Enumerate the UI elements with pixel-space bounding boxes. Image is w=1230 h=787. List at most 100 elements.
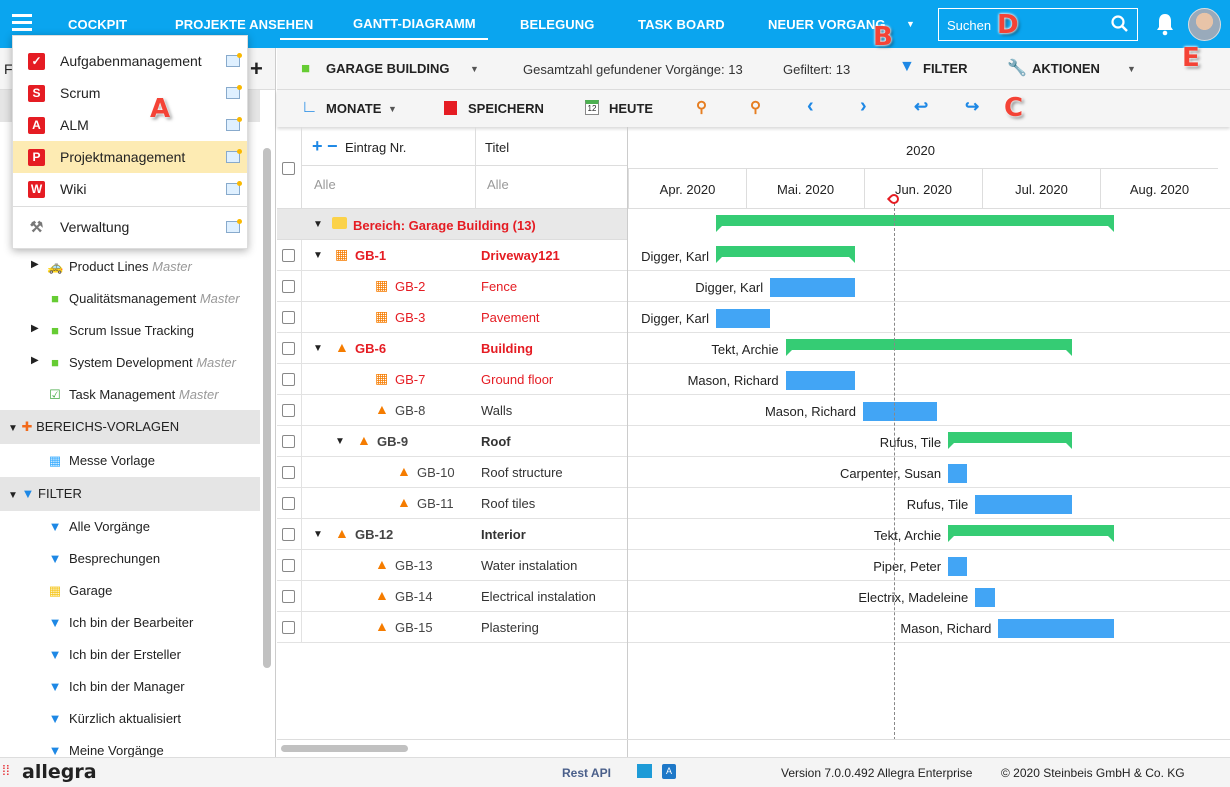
item-title[interactable]: Pavement	[481, 310, 540, 325]
expand-arrow-icon[interactable]: ▶	[31, 355, 39, 366]
filter-id-input[interactable]: Alle	[314, 177, 336, 192]
search-input[interactable]: Suchen	[938, 8, 1138, 41]
sidebar-filter-item[interactable]: ▼ Meine Vorgänge	[47, 743, 164, 757]
app-icon[interactable]: A	[662, 764, 676, 779]
video-icon[interactable]	[637, 764, 652, 778]
nav-task-board[interactable]: TASK BOARD	[638, 17, 725, 32]
select-all-checkbox[interactable]	[282, 162, 295, 175]
table-row[interactable]: ▲ GB-13 Water instalation	[277, 550, 1230, 581]
column-header-id[interactable]: Eintrag Nr.	[345, 140, 406, 155]
search-icon[interactable]	[1111, 15, 1129, 33]
item-id[interactable]: GB-11	[417, 496, 454, 511]
sidebar-filter-item[interactable]: ▼ Ich bin der Ersteller	[47, 647, 181, 662]
menu-item[interactable]: A ALM	[13, 109, 247, 141]
item-title[interactable]: Roof	[481, 434, 511, 449]
table-row[interactable]: ▼ ▲ GB-9 Roof	[277, 426, 1230, 457]
row-checkbox[interactable]	[282, 311, 295, 324]
open-in-window-icon[interactable]	[226, 149, 242, 163]
menu-item[interactable]: ✓ Aufgabenmanagement	[13, 45, 247, 77]
row-checkbox[interactable]	[282, 528, 295, 541]
item-id[interactable]: GB-2	[395, 279, 425, 294]
task-bar[interactable]	[948, 557, 968, 576]
collapse-arrow-icon[interactable]: ▼	[313, 529, 323, 540]
expand-all-button[interactable]: +	[312, 136, 323, 157]
open-in-window-icon[interactable]	[226, 117, 242, 131]
item-id[interactable]: GB-12	[355, 527, 393, 542]
nav-gantt-diagramm[interactable]: GANTT-DIAGRAMM	[353, 16, 476, 31]
chevron-down-icon[interactable]: ▼	[388, 104, 397, 114]
chevron-down-icon[interactable]: ▼	[906, 19, 915, 29]
item-title[interactable]: Driveway121	[481, 248, 560, 263]
column-header-title[interactable]: Titel	[485, 140, 509, 155]
row-checkbox[interactable]	[282, 342, 295, 355]
item-id[interactable]: GB-3	[395, 310, 425, 325]
sidebar-scrollbar[interactable]	[263, 148, 271, 668]
collapse-arrow-icon[interactable]: ▼	[335, 436, 345, 447]
summary-bar[interactable]	[785, 339, 1073, 356]
row-checkbox[interactable]	[282, 466, 295, 479]
sidebar-filter-item[interactable]: ▼ Ich bin der Bearbeiter	[47, 615, 194, 630]
summary-bar[interactable]	[715, 246, 856, 263]
item-id[interactable]: GB-10	[417, 465, 455, 480]
table-row[interactable]: ▲ GB-14 Electrical instalation	[277, 581, 1230, 612]
row-checkbox[interactable]	[282, 497, 295, 510]
filter-button[interactable]: FILTER	[923, 61, 968, 76]
item-title[interactable]: Electrical instalation	[481, 589, 596, 604]
item-title[interactable]: Roof tiles	[481, 496, 535, 511]
table-row[interactable]: ▲ GB-11 Roof tiles	[277, 488, 1230, 519]
redo-icon[interactable]: ↪	[965, 97, 979, 117]
item-id[interactable]: GB-7	[395, 372, 425, 387]
menu-item[interactable]: P Projektmanagement	[13, 141, 247, 173]
task-bar[interactable]	[715, 309, 771, 328]
expand-arrow-icon[interactable]: ▶	[31, 259, 39, 270]
rest-api-link[interactable]: Rest API	[562, 766, 611, 780]
item-title[interactable]: Building	[481, 341, 533, 356]
open-in-window-icon[interactable]	[226, 181, 242, 195]
menu-item[interactable]: W Wiki	[13, 173, 247, 205]
collapse-arrow-icon[interactable]: ▼	[313, 219, 323, 230]
task-bar[interactable]	[948, 464, 968, 483]
item-title[interactable]: Plastering	[481, 620, 539, 635]
sidebar-filter-item[interactable]: ▼ Alle Vorgänge	[47, 519, 150, 534]
table-row[interactable]: ▲ GB-8 Walls	[277, 395, 1230, 426]
collapse-arrow-icon[interactable]: ▼	[313, 250, 323, 261]
chevron-down-icon[interactable]: ▼	[470, 64, 479, 74]
chevron-down-icon[interactable]: ▼	[1127, 64, 1136, 74]
sidebar-project-task-management[interactable]: ☑ Task Management Master	[47, 387, 218, 403]
open-in-window-icon[interactable]	[226, 85, 242, 99]
sidebar-template-messe-vorlage[interactable]: ▦ Messe Vorlage	[47, 453, 155, 469]
section-bereichs-vorlagen[interactable]: ▼ ✚ BEREICHS-VORLAGEN	[0, 410, 260, 444]
row-checkbox[interactable]	[282, 590, 295, 603]
sidebar-filter-item[interactable]: ▼ Besprechungen	[47, 551, 161, 566]
expand-arrow-icon[interactable]: ▶	[31, 323, 39, 334]
task-bar[interactable]	[975, 588, 995, 607]
item-id[interactable]: GB-15	[395, 620, 433, 635]
row-checkbox[interactable]	[282, 404, 295, 417]
add-button[interactable]: +	[250, 56, 263, 82]
menu-item[interactable]: S Scrum	[13, 77, 247, 109]
item-id[interactable]: GB-1	[355, 248, 386, 263]
section-filter[interactable]: ▼ ▼ FILTER	[0, 477, 260, 511]
row-checkbox[interactable]	[282, 249, 295, 262]
table-horizontal-scrollbar[interactable]	[281, 745, 408, 752]
row-checkbox[interactable]	[282, 621, 295, 634]
hamburger-menu-icon[interactable]	[12, 14, 32, 31]
item-title[interactable]: Fence	[481, 279, 517, 294]
item-id[interactable]: GB-9	[377, 434, 408, 449]
sidebar-project-product-lines[interactable]: 🚕 Product Lines Master	[47, 259, 192, 275]
user-avatar[interactable]	[1188, 8, 1221, 41]
item-id[interactable]: GB-13	[395, 558, 433, 573]
item-title[interactable]: Roof structure	[481, 465, 563, 480]
chevron-left-icon[interactable]: ‹	[807, 95, 814, 118]
summary-bar[interactable]	[948, 432, 1072, 449]
nav-neuer-vorgang[interactable]: NEUER VORGANG	[768, 17, 886, 32]
nav-belegung[interactable]: BELEGUNG	[520, 17, 594, 32]
table-row[interactable]: ▲ GB-10 Roof structure	[277, 457, 1230, 488]
nav-cockpit[interactable]: COCKPIT	[68, 17, 127, 32]
row-checkbox[interactable]	[282, 280, 295, 293]
actions-button[interactable]: AKTIONEN	[1032, 61, 1100, 76]
row-checkbox[interactable]	[282, 373, 295, 386]
item-title[interactable]: Interior	[481, 527, 526, 542]
sidebar-filter-item[interactable]: ▦ Garage	[47, 583, 113, 599]
zoom-out-icon[interactable]: ⚲	[696, 98, 707, 116]
